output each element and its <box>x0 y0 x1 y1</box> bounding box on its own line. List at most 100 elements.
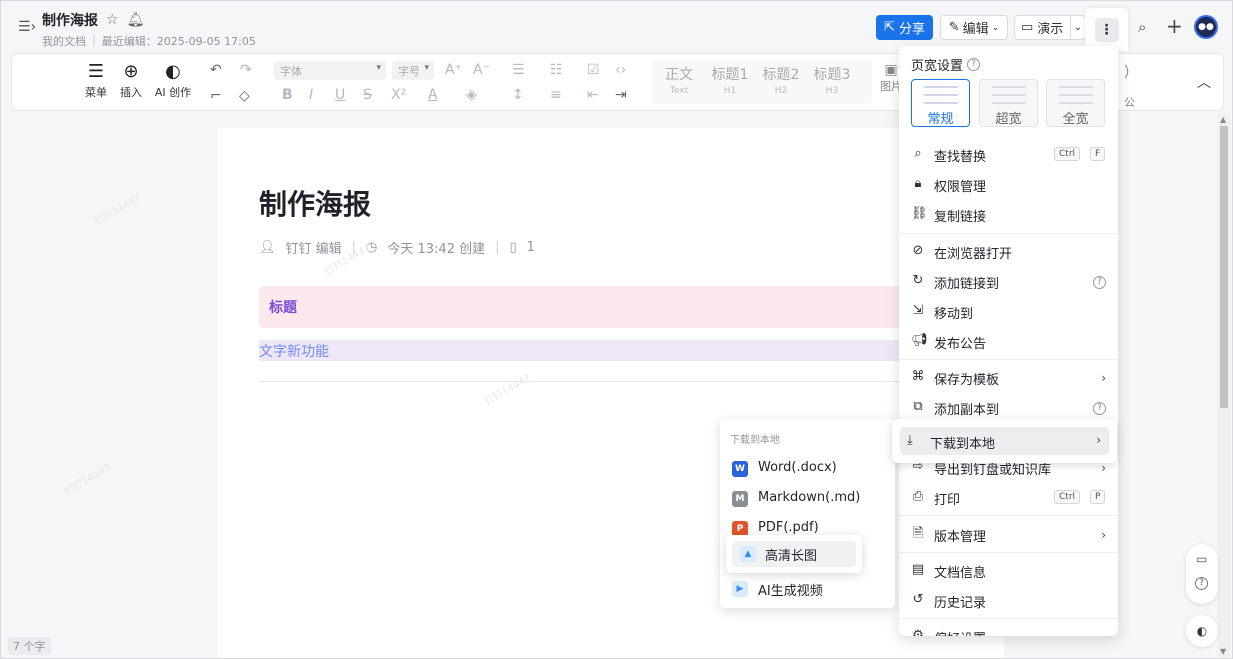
scrollbar-thumb[interactable] <box>1220 126 1228 408</box>
download-word[interactable]: W Word(.docx) <box>720 456 895 482</box>
download-long-image-inner: ▲ 高清长图 <box>732 541 856 567</box>
collapse-toolbar-icon[interactable]: ︿ <box>1197 72 1211 92</box>
present-button[interactable]: ▭ 演示 ⌄ <box>1014 15 1086 40</box>
menu-item-label: 下载到本地 <box>930 437 996 452</box>
menu-item-print[interactable]: ⎙ 打印 Ctrl P <box>899 484 1118 512</box>
star-icon[interactable]: ☆ <box>106 12 119 28</box>
help-icon[interactable]: ? <box>1093 275 1106 289</box>
eraser-icon[interactable]: ◇ <box>239 88 250 104</box>
line-spacing-icon[interactable]: ↕ <box>512 87 524 103</box>
menu-item-version[interactable]: 🗎︎ 版本管理 › <box>899 521 1118 549</box>
style-h2[interactable]: 标题2 H2 <box>759 64 803 96</box>
format-painter-icon[interactable]: ⌐ <box>210 88 222 104</box>
breadcrumb-location[interactable]: 我的文档 <box>42 33 86 49</box>
help-icon[interactable]: ? <box>1093 401 1106 415</box>
highlighted-text[interactable]: 文字新功能 <box>259 341 329 361</box>
bell-icon[interactable]: 🔔︎ <box>127 12 145 28</box>
toolbar-overflow-item[interactable]: ） 公 <box>1124 62 1138 110</box>
search-icon[interactable]: ⌕ <box>1138 18 1146 36</box>
download-ai-video[interactable]: ▶ AI生成视频 <box>720 576 895 602</box>
numbered-list-icon[interactable]: ☷ <box>550 62 563 78</box>
underline-icon[interactable]: U <box>335 87 345 103</box>
menu-item-preferences[interactable]: ⚙ 偏好设置 <box>899 623 1118 637</box>
indent-icon[interactable]: ⇥ <box>615 87 627 103</box>
font-select[interactable]: 字体 ▾ <box>274 61 386 80</box>
font-select-value: 字体 <box>280 65 302 78</box>
code-icon[interactable]: ‹› <box>615 62 626 78</box>
highlighted-paragraph[interactable]: 文字新功能 <box>259 340 979 361</box>
comment-icon[interactable]: ▭ <box>1196 552 1207 566</box>
undo-icon[interactable]: ↶ <box>210 62 222 78</box>
plus-icon[interactable]: + <box>1166 14 1183 38</box>
share-button[interactable]: ⇱ 分享 <box>876 15 933 40</box>
menu-item-add-copy-to[interactable]: ⧉ 添加副本到 ? <box>899 394 1118 422</box>
sidebar-toggle-icon[interactable]: ☰› <box>18 19 36 35</box>
present-icon: ▭ <box>1021 20 1034 35</box>
callout-text[interactable]: 标题 <box>269 297 297 317</box>
outdent-icon[interactable]: ⇤ <box>587 87 599 103</box>
font-increase-icon[interactable]: A⁺ <box>445 62 462 78</box>
menu-item-publish[interactable]: 📢︎ 发布公告 <box>899 328 1118 356</box>
chevron-right-icon: › <box>1096 433 1101 447</box>
read-count-icon: ▯ <box>509 240 517 255</box>
edit-mode-button[interactable]: ✎ 编辑 ⌄ <box>940 15 1008 40</box>
highlight-icon[interactable]: ◈ <box>466 87 477 103</box>
align-icon[interactable]: ≡ <box>550 87 562 103</box>
menu-item-find-replace[interactable]: ⌕ 查找替换 Ctrl F <box>899 141 1118 169</box>
bullet-list-icon[interactable]: ☰ <box>512 62 525 78</box>
callout-block[interactable]: 标题 <box>259 286 979 328</box>
strikethrough-icon[interactable]: S <box>363 87 372 103</box>
avatar[interactable]: ●● <box>1194 15 1218 39</box>
menu-item-permissions[interactable]: 🔒︎ 权限管理 <box>899 171 1118 199</box>
chevron-right-icon: › <box>1101 371 1106 385</box>
bold-icon[interactable]: B <box>282 87 293 103</box>
menu-item-open-browser[interactable]: ⊘ 在浏览器打开 <box>899 238 1118 266</box>
style-h1-sub: H1 <box>723 86 737 96</box>
menu-item-doc-info[interactable]: ▤ 文档信息 <box>899 557 1118 585</box>
menu-item-copy-link[interactable]: ⛓ 复制链接 <box>899 201 1118 229</box>
style-body[interactable]: 正文 Text <box>657 64 701 96</box>
more-options-button[interactable]: ⋮ <box>1085 8 1128 51</box>
doc-title[interactable]: 制作海报 <box>42 10 98 30</box>
scroll-up-icon[interactable]: ▲ <box>1220 115 1226 124</box>
width-option-wide[interactable]: 超宽 <box>979 79 1038 127</box>
hamburger-icon: ☰ <box>87 61 105 82</box>
font-color-icon[interactable]: A <box>428 87 438 103</box>
submenu-item-label: Word(.docx) <box>758 460 837 475</box>
menu-item-move-to[interactable]: ⇲ 移动到 <box>899 298 1118 326</box>
download-long-image[interactable]: ▲ 高清长图 <box>726 535 862 573</box>
vertical-scrollbar[interactable]: ▲ ▼ <box>1218 114 1230 657</box>
chevron-down-icon: ▾ <box>424 63 429 73</box>
width-option-normal[interactable]: 常规 <box>911 79 970 127</box>
ai-icon: ◐ <box>165 61 181 82</box>
width-option-full[interactable]: 全宽 <box>1046 79 1105 127</box>
help-icon[interactable]: ? <box>1195 577 1208 590</box>
style-h1[interactable]: 标题1 H1 <box>708 64 752 96</box>
theme-toggle-icon[interactable]: ◐ <box>1186 615 1218 647</box>
document-title[interactable]: 制作海报 <box>259 183 371 223</box>
markdown-file-icon: M <box>732 491 748 507</box>
help-icon[interactable]: ? <box>967 58 981 71</box>
redo-icon[interactable]: ↷ <box>240 62 252 78</box>
menu-item-label: 历史记录 <box>934 595 987 611</box>
menu-item-label: 添加副本到 <box>934 402 1000 418</box>
scroll-down-icon[interactable]: ▼ <box>1220 647 1226 656</box>
style-h3[interactable]: 标题3 H3 <box>810 64 854 96</box>
menu-item-add-link-to[interactable]: ↻ 添加链接到 ? <box>899 268 1118 296</box>
download-markdown[interactable]: M Markdown(.md) <box>720 486 895 512</box>
menu-item-label: 添加链接到 <box>934 276 1000 292</box>
size-select-value: 字号 <box>398 65 420 78</box>
menu-button[interactable]: ☰ 菜单 <box>76 60 116 100</box>
menu-item-history[interactable]: ↺ 历史记录 <box>899 587 1118 615</box>
menu-item-download[interactable]: ⤓ 下载到本地 › <box>892 419 1117 463</box>
italic-icon[interactable]: I <box>309 87 313 103</box>
person-icon: 👤︎ <box>259 240 276 255</box>
ai-create-button[interactable]: ◐ AI 创作 <box>152 60 194 100</box>
superscript-icon[interactable]: X² <box>391 87 406 103</box>
menu-item-save-template[interactable]: ⌘ 保存为模板 › <box>899 364 1118 392</box>
size-select[interactable]: 字号 ▾ <box>392 61 434 80</box>
insert-button[interactable]: ⊕ 插入 <box>111 60 151 100</box>
font-decrease-icon[interactable]: A⁻ <box>473 62 490 78</box>
present-dropdown-icon[interactable]: ⌄ <box>1070 16 1085 39</box>
checklist-icon[interactable]: ☑ <box>587 62 600 78</box>
